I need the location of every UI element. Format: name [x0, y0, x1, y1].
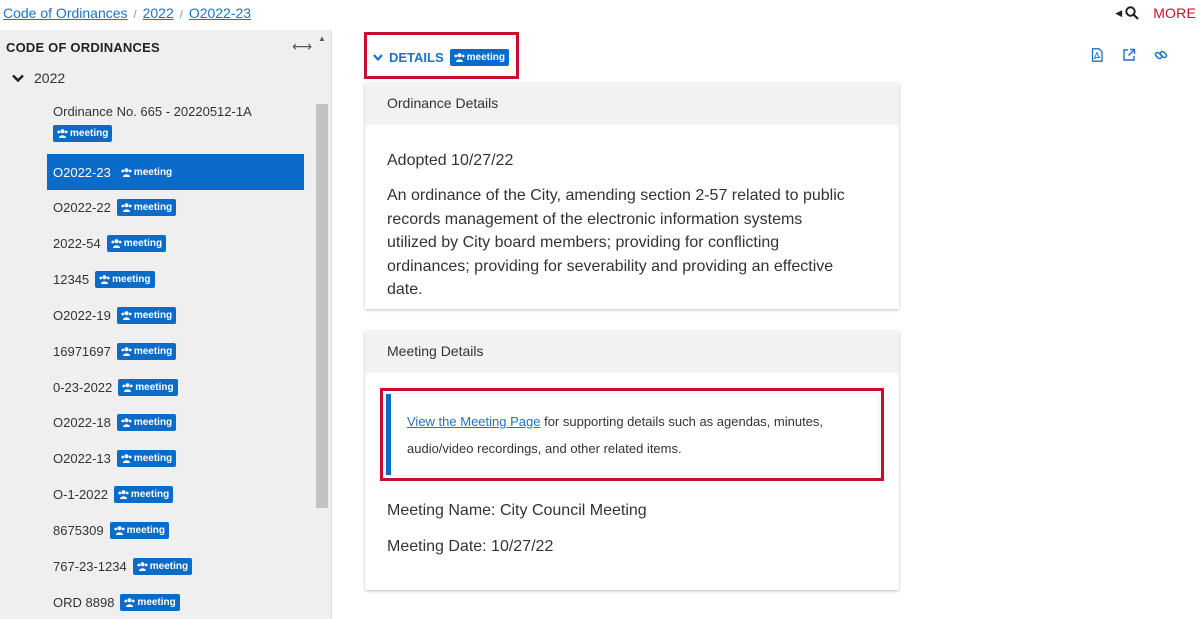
- list-item-label: O2022-23: [53, 164, 111, 180]
- group-icon: [121, 167, 132, 177]
- tree-year-label: 2022: [34, 70, 66, 86]
- breadcrumb-2022[interactable]: 2022: [143, 5, 174, 21]
- meeting-badge: meeting: [118, 379, 178, 396]
- scrollbar[interactable]: [316, 104, 328, 508]
- breadcrumb-separator: /: [179, 9, 183, 21]
- list-item[interactable]: 2022-54 meeting: [47, 235, 304, 252]
- meeting-details-card: Meeting Details View the Meeting Page fo…: [365, 331, 899, 590]
- group-icon: [121, 311, 132, 320]
- view-meeting-page-link[interactable]: View the Meeting Page: [407, 414, 540, 429]
- list-item-label: O2022-18: [53, 415, 111, 430]
- list-item-label: 767-23-1234: [53, 559, 127, 574]
- group-icon: [121, 347, 132, 356]
- list-item-label: 12345: [53, 272, 90, 287]
- notice-highlight: View the Meeting Page for supporting det…: [380, 388, 884, 481]
- list-item-label: O2022-22: [53, 200, 111, 215]
- external-link-icon[interactable]: [1122, 48, 1136, 62]
- group-icon: [114, 526, 125, 535]
- chevron-down-icon: [373, 54, 383, 61]
- group-icon: [454, 53, 465, 62]
- group-icon: [137, 562, 148, 571]
- resize-icon[interactable]: ⟷: [292, 38, 312, 55]
- group-icon: [118, 490, 129, 499]
- pdf-icon[interactable]: [1090, 48, 1104, 62]
- list-item-label: 0-23-2022: [53, 380, 113, 395]
- list-item-label: 16971697: [53, 344, 111, 359]
- list-item-label: Ordinance No. 665 - 20220512-1A: [53, 104, 252, 119]
- list-item[interactable]: 767-23-1234 meeting: [47, 558, 304, 575]
- ordinance-description: An ordinance of the City, amending secti…: [387, 187, 845, 298]
- top-bar: Code of Ordinances / 2022 / O2022-23 ◀ MORE: [0, 0, 1200, 28]
- list-item[interactable]: 12345 meeting: [47, 271, 304, 288]
- list-item-active[interactable]: O2022-23 meeting: [47, 154, 304, 190]
- meeting-notice: View the Meeting Page for supporting det…: [386, 394, 878, 475]
- meeting-name: Meeting Name: City Council Meeting: [387, 502, 647, 519]
- meeting-badge: meeting: [53, 125, 113, 142]
- list-item[interactable]: O2022-13 meeting: [47, 450, 304, 467]
- list-item-label: ORD 8898: [53, 595, 115, 610]
- list-item[interactable]: 8675309 meeting: [47, 522, 304, 539]
- list-item[interactable]: O2022-18 meeting: [47, 414, 304, 431]
- search-toggle[interactable]: ◀: [1115, 6, 1139, 20]
- group-icon: [121, 203, 132, 212]
- group-icon: [122, 383, 133, 392]
- list-item-label: O2022-13: [53, 451, 111, 466]
- group-icon: [124, 598, 136, 607]
- list-item-label: 2022-54: [53, 236, 101, 251]
- meeting-badge: meeting: [449, 49, 509, 66]
- group-icon: [121, 418, 132, 427]
- meeting-badge: meeting: [95, 271, 155, 288]
- card-title: Ordinance Details: [365, 83, 899, 125]
- list-item[interactable]: Ordinance No. 665 - 20220512-1A meeting: [47, 104, 304, 142]
- meeting-badge: meeting: [132, 558, 193, 575]
- details-label: DETAILS: [389, 50, 444, 65]
- meeting-badge: meeting: [116, 450, 177, 467]
- meeting-badge: meeting: [116, 343, 177, 360]
- chevron-down-icon: [12, 74, 24, 82]
- copy-link-icon[interactable]: [1154, 48, 1168, 62]
- meeting-badge: meeting: [116, 199, 177, 216]
- list-item[interactable]: 16971697 meeting: [47, 343, 304, 360]
- meeting-badge: meeting: [116, 307, 177, 324]
- search-icon: [1125, 6, 1139, 20]
- list-item-label: O-1-2022: [53, 487, 108, 502]
- top-right-controls: ◀ MORE: [1115, 5, 1196, 21]
- group-icon: [111, 239, 122, 248]
- meeting-badge: meeting: [109, 522, 169, 539]
- meeting-date: Meeting Date: 10/27/22: [387, 538, 554, 555]
- sidebar: CODE OF ORDINANCES ⟷ ▲ 2022 Ordinance No…: [0, 30, 332, 619]
- more-menu[interactable]: MORE: [1153, 5, 1196, 21]
- tree-year-2022[interactable]: 2022: [12, 70, 65, 86]
- scroll-up-icon[interactable]: ▲: [318, 34, 326, 43]
- meeting-badge: meeting: [106, 235, 167, 252]
- list-item[interactable]: 0-23-2022 meeting: [47, 379, 304, 396]
- ordinance-details-card: Ordinance Details Adopted 10/27/22 An or…: [365, 83, 899, 309]
- list-item[interactable]: ORD 8898 meeting: [47, 594, 304, 611]
- details-highlight: DETAILS meeting: [364, 32, 519, 79]
- breadcrumb-separator: /: [133, 9, 137, 21]
- group-icon: [57, 129, 68, 138]
- list-item-label: 8675309: [53, 523, 104, 538]
- details-toggle[interactable]: DETAILS meeting: [373, 49, 509, 66]
- meeting-badge: meeting: [116, 414, 177, 431]
- list-item[interactable]: O2022-19 meeting: [47, 307, 304, 324]
- group-icon: [99, 275, 110, 284]
- adopted-date: Adopted 10/27/22: [387, 152, 514, 169]
- list-item-label: O2022-19: [53, 308, 111, 323]
- breadcrumb-current[interactable]: O2022-23: [189, 5, 251, 21]
- list-item[interactable]: O2022-22 meeting: [47, 199, 304, 216]
- breadcrumb-code-of-ordinances[interactable]: Code of Ordinances: [3, 5, 128, 21]
- card-title: Meeting Details: [365, 331, 899, 373]
- meeting-badge: meeting: [117, 164, 176, 181]
- action-icons: [1090, 48, 1168, 62]
- meeting-badge: meeting: [120, 594, 180, 611]
- breadcrumb: Code of Ordinances / 2022 / O2022-23: [3, 5, 251, 21]
- sidebar-heading: CODE OF ORDINANCES: [6, 40, 160, 55]
- list-item[interactable]: O-1-2022 meeting: [47, 486, 304, 503]
- group-icon: [121, 454, 132, 463]
- meeting-badge: meeting: [113, 486, 174, 503]
- caret-left-icon: ◀: [1115, 7, 1123, 18]
